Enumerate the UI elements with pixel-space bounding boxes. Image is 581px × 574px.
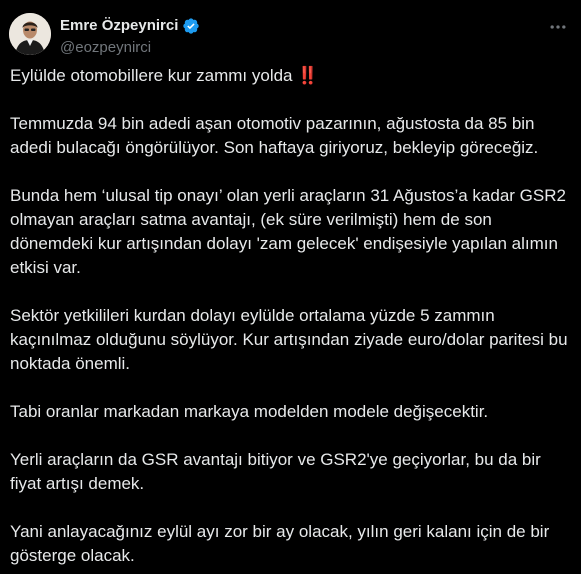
more-options-button[interactable] (543, 12, 573, 42)
author-handle[interactable]: @eozpeynirci (60, 39, 200, 56)
tweet-paragraph: Eylülde otomobillere kur zammı yolda ‼️ (10, 64, 575, 88)
name-row: Emre Özpeynirci (60, 16, 200, 35)
double-exclamation-emoji: ‼️ (297, 66, 318, 85)
author-block: Emre Özpeynirci @eozpeynirci (60, 16, 200, 56)
tweet: Emre Özpeynirci @eozpeynirci Eylülde oto… (0, 0, 581, 574)
tweet-paragraph: Yani anlayacağınız eylül ayı zor bir ay … (10, 522, 550, 565)
author-display-name[interactable]: Emre Özpeynirci (60, 17, 178, 34)
tweet-paragraph: Temmuzda 94 bin adedi aşan otomotiv paza… (10, 114, 539, 157)
tweet-text: Eylülde otomobillere kur zammı yolda ‼️ … (10, 64, 575, 568)
verified-badge-icon (182, 17, 200, 35)
tweet-first-line: Eylülde otomobillere kur zammı yolda (10, 66, 293, 85)
avatar-image (9, 13, 51, 55)
avatar[interactable] (9, 13, 51, 55)
tweet-header: Emre Özpeynirci @eozpeynirci (8, 8, 573, 60)
tweet-paragraph: Yerli araçların da GSR avantajı bitiyor … (10, 450, 541, 493)
more-horizontal-icon (550, 25, 566, 29)
tweet-paragraph: Tabi oranlar markadan markaya modelden m… (10, 402, 489, 421)
tweet-paragraph: Bunda hem ‘ulusal tip onayı’ olan yerli … (10, 186, 566, 277)
tweet-paragraph: Sektör yetkilileri kurdan dolayı eylülde… (10, 306, 568, 373)
